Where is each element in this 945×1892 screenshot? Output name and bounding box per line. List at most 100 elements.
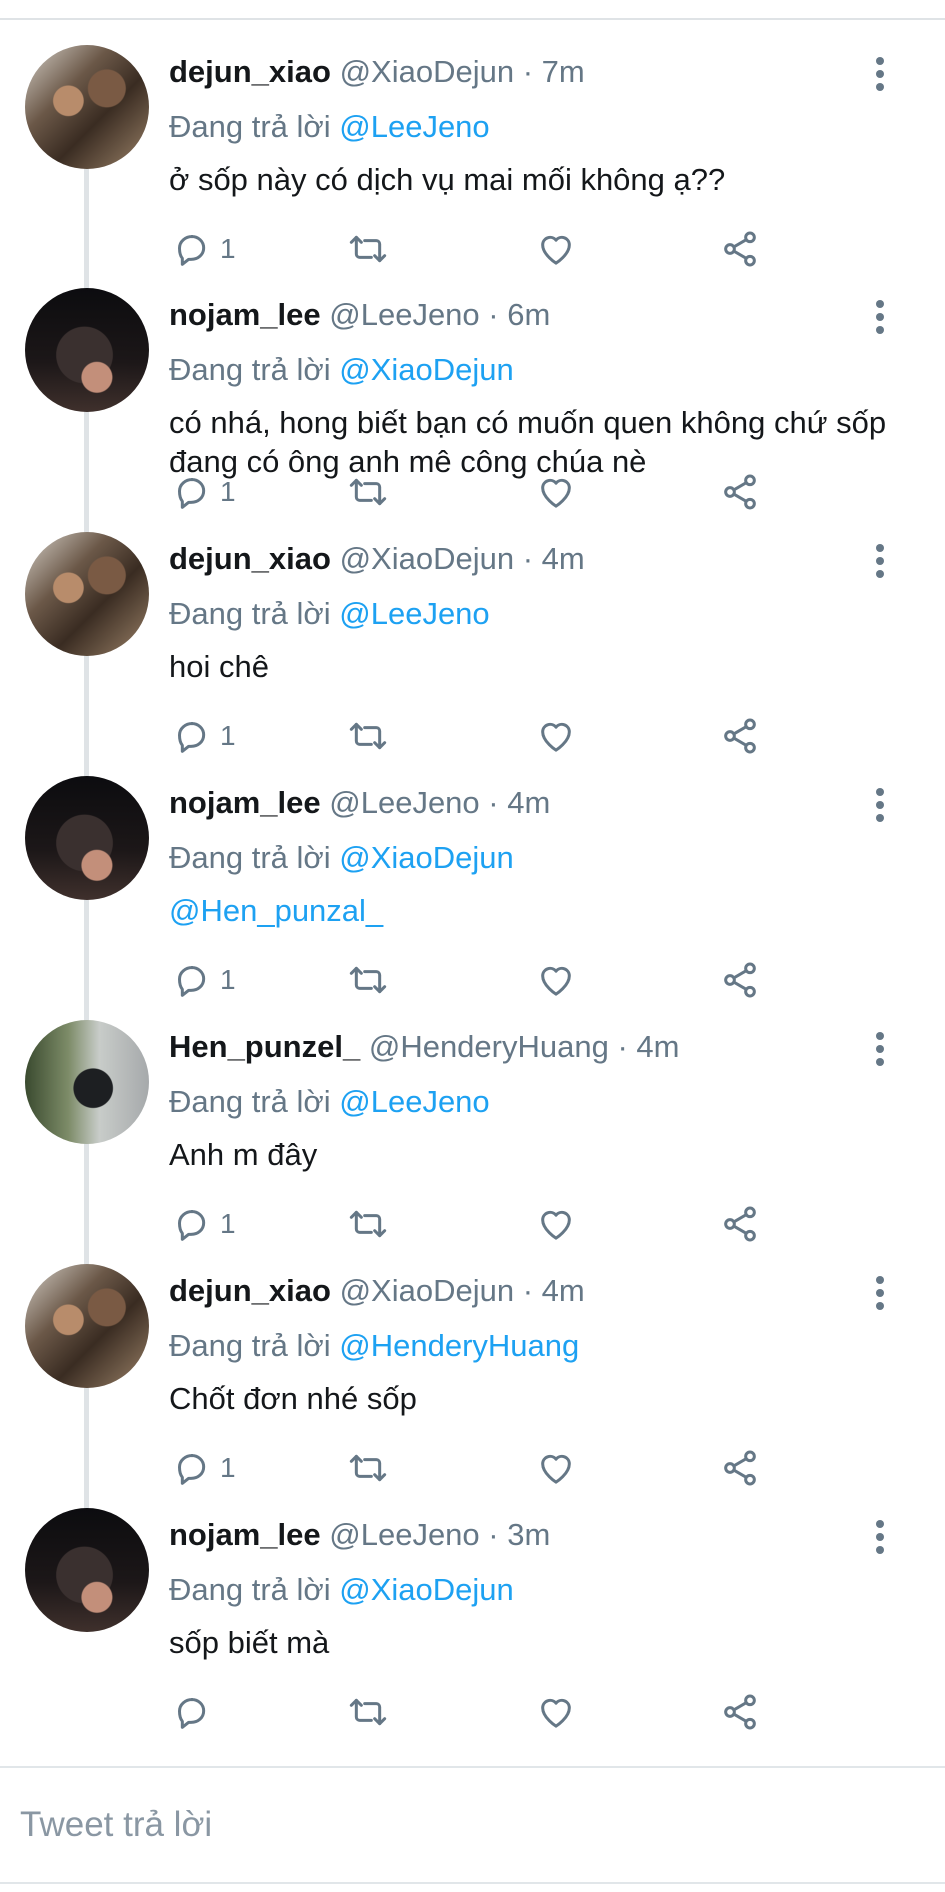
like-button[interactable] <box>536 1199 576 1249</box>
display-name[interactable]: nojam_lee <box>169 297 321 332</box>
like-button[interactable] <box>536 1687 576 1737</box>
heart-icon <box>536 1204 576 1244</box>
replying-to-label: Đang trả lời <box>169 1328 331 1363</box>
tweet-text[interactable]: @Hen_punzal_ <box>169 891 909 930</box>
tweet-header: nojam_lee @LeeJeno · 6m <box>169 295 550 335</box>
retweet-button[interactable] <box>348 711 388 761</box>
retweet-button[interactable] <box>348 467 388 517</box>
user-handle[interactable]: @LeeJeno <box>329 1517 479 1552</box>
avatar[interactable] <box>25 1508 149 1632</box>
like-button[interactable] <box>536 224 576 274</box>
user-handle[interactable]: @XiaoDejun <box>340 541 515 576</box>
reply-button[interactable]: 1 <box>172 1443 236 1493</box>
avatar[interactable] <box>25 288 149 412</box>
share-button[interactable] <box>720 1199 760 1249</box>
retweet-button[interactable] <box>348 955 388 1005</box>
replying-to-mention[interactable]: @LeeJeno <box>339 109 489 144</box>
user-handle[interactable]: @LeeJeno <box>329 297 479 332</box>
timestamp: 6m <box>507 297 551 332</box>
retweet-button[interactable] <box>348 1687 388 1737</box>
heart-icon <box>536 716 576 756</box>
avatar[interactable] <box>25 532 149 656</box>
more-vertical-icon[interactable] <box>862 787 898 823</box>
retweet-button[interactable] <box>348 224 388 274</box>
display-name[interactable]: dejun_xiao <box>169 54 331 89</box>
retweet-icon <box>348 229 388 269</box>
tweet-item[interactable]: nojam_lee @LeeJeno · 3m Đang trả lời @Xia… <box>0 1495 945 1740</box>
share-button[interactable] <box>720 467 760 517</box>
more-vertical-icon[interactable] <box>862 1031 898 1067</box>
tweet-text: sốp biết mà <box>169 1625 330 1660</box>
tweet-item[interactable]: nojam_lee @LeeJeno · 6m Đang trả lời @Xia… <box>0 275 945 520</box>
user-handle[interactable]: @XiaoDejun <box>340 54 515 89</box>
tweet-text: ở sốp này có dịch vụ mai mối không ạ?? <box>169 162 726 197</box>
replying-to-mention[interactable]: @XiaoDejun <box>339 840 514 875</box>
replying-to-mention[interactable]: @XiaoDejun <box>339 352 514 387</box>
replying-to-mention[interactable]: @LeeJeno <box>339 596 489 631</box>
replying-to-mention[interactable]: @XiaoDejun <box>339 1572 514 1607</box>
reply-button[interactable]: 1 <box>172 1199 236 1249</box>
tweet-item[interactable]: dejun_xiao @XiaoDejun · 7m Đang trả lời @… <box>0 32 945 277</box>
separator-dot: · <box>488 297 499 332</box>
user-handle[interactable]: @LeeJeno <box>329 785 479 820</box>
replying-to-mention[interactable]: @LeeJeno <box>339 1084 489 1119</box>
share-button[interactable] <box>720 1443 760 1493</box>
more-vertical-icon[interactable] <box>862 1519 898 1555</box>
display-name[interactable]: dejun_xiao <box>169 541 331 576</box>
replying-to: Đang trả lời @XiaoDejun <box>169 838 514 878</box>
reply-button[interactable]: 1 <box>172 467 236 517</box>
like-button[interactable] <box>536 1443 576 1493</box>
share-button[interactable] <box>720 955 760 1005</box>
tweet-item[interactable]: dejun_xiao @XiaoDejun · 4m Đang trả lời @… <box>0 519 945 764</box>
heart-icon <box>536 1448 576 1488</box>
display-name[interactable]: dejun_xiao <box>169 1273 331 1308</box>
more-vertical-icon[interactable] <box>862 299 898 335</box>
retweet-button[interactable] <box>348 1199 388 1249</box>
replying-to-mention[interactable]: @HenderyHuang <box>339 1328 579 1363</box>
more-vertical-icon[interactable] <box>862 1275 898 1311</box>
tweet-item[interactable]: nojam_lee @LeeJeno · 4m Đang trả lời @Xia… <box>0 763 945 1008</box>
reply-icon <box>172 1692 212 1732</box>
avatar[interactable] <box>25 1020 149 1144</box>
avatar[interactable] <box>25 45 149 169</box>
timestamp: 4m <box>541 1273 585 1308</box>
like-button[interactable] <box>536 711 576 761</box>
tweet-actions: 1 <box>0 955 945 1005</box>
avatar[interactable] <box>25 1264 149 1388</box>
tweet-reply-input[interactable] <box>0 1768 945 1882</box>
reply-button[interactable]: 1 <box>172 711 236 761</box>
more-vertical-icon[interactable] <box>862 543 898 579</box>
reply-count: 1 <box>220 233 236 264</box>
share-button[interactable] <box>720 1687 760 1737</box>
tweet-actions: 1 <box>0 711 945 761</box>
replying-to-label: Đang trả lời <box>169 840 331 875</box>
tweet-header: nojam_lee @LeeJeno · 3m <box>169 1515 550 1555</box>
reply-button[interactable] <box>172 1687 220 1737</box>
share-button[interactable] <box>720 711 760 761</box>
avatar[interactable] <box>25 776 149 900</box>
timestamp: 4m <box>541 541 585 576</box>
reply-icon <box>172 1204 212 1244</box>
share-button[interactable] <box>720 224 760 274</box>
replying-to-label: Đang trả lời <box>169 1084 331 1119</box>
tweet-item[interactable]: Hen_punzel_ @HenderyHuang · 4m Đang trả l… <box>0 1007 945 1252</box>
tweet-item[interactable]: dejun_xiao @XiaoDejun · 4m Đang trả lời @… <box>0 1251 945 1496</box>
display-name[interactable]: nojam_lee <box>169 1517 321 1552</box>
reply-count: 1 <box>220 1208 236 1239</box>
reply-icon <box>172 716 212 756</box>
reply-button[interactable]: 1 <box>172 224 236 274</box>
user-handle[interactable]: @XiaoDejun <box>340 1273 515 1308</box>
more-vertical-icon[interactable] <box>862 56 898 92</box>
reply-button[interactable]: 1 <box>172 955 236 1005</box>
tweet-text: Anh m đây <box>169 1137 318 1172</box>
like-button[interactable] <box>536 955 576 1005</box>
tweet-text: Chốt đơn nhé sốp <box>169 1381 417 1416</box>
retweet-icon <box>348 716 388 756</box>
user-handle[interactable]: @HenderyHuang <box>369 1029 609 1064</box>
reply-count: 1 <box>220 720 236 751</box>
display-name[interactable]: Hen_punzel_ <box>169 1029 360 1064</box>
display-name[interactable]: nojam_lee <box>169 785 321 820</box>
like-button[interactable] <box>536 467 576 517</box>
retweet-button[interactable] <box>348 1443 388 1493</box>
tweet-actions: 1 <box>0 1199 945 1249</box>
